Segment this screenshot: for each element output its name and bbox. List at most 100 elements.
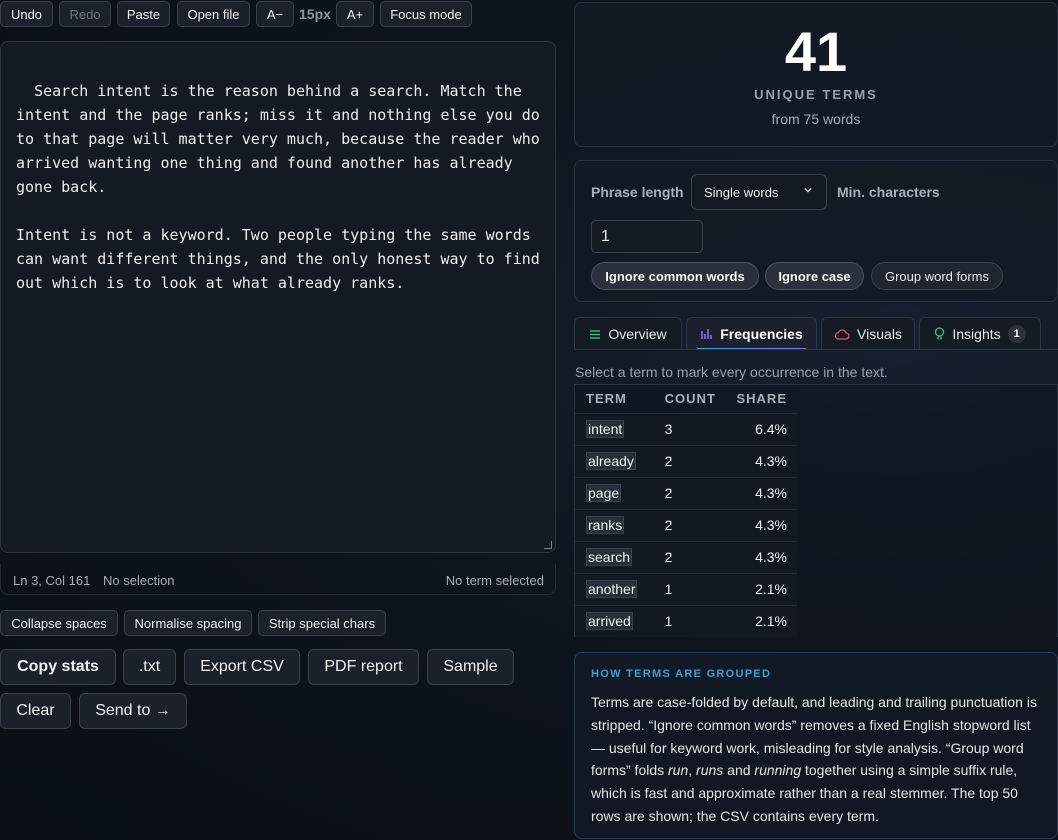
count-cell: 2 [653, 444, 726, 477]
table-row[interactable]: ranks 2 4.3% [575, 508, 797, 541]
export-csv-button[interactable]: Export CSV [184, 649, 300, 685]
info-text: , [688, 762, 697, 779]
count-cell: 2 [653, 540, 726, 573]
focus-mode-button[interactable]: Focus mode [380, 1, 472, 27]
share-cell: 2.1% [725, 604, 797, 637]
font-increase-button[interactable]: A+ [336, 1, 374, 27]
min-characters-value: 1 [601, 228, 610, 245]
undo-button[interactable]: Undo [0, 1, 53, 27]
normalise-spacing-button[interactable]: Normalise spacing [124, 610, 252, 636]
chevron-down-icon [804, 187, 812, 193]
cloud-icon [834, 328, 850, 340]
info-title: HOW TERMS ARE GROUPED [591, 668, 772, 680]
grouping-info-panel: HOW TERMS ARE GROUPED Terms are case-fol… [574, 652, 1058, 839]
tab-overview[interactable]: Overview [574, 317, 682, 350]
table-row[interactable]: search 2 4.3% [575, 540, 797, 573]
count-cell: 2 [653, 508, 726, 541]
collapse-spaces-button[interactable]: Collapse spaces [0, 610, 118, 636]
count-cell: 2 [653, 476, 726, 509]
table-hint: Select a term to mark every occurrence i… [575, 364, 888, 380]
min-characters-input[interactable]: 1 [591, 220, 703, 253]
term-label[interactable]: already [586, 452, 636, 470]
table-header-row: TERM COUNT SHARE [575, 385, 797, 413]
ignore-case-toggle[interactable]: Ignore case [765, 262, 864, 290]
term-label[interactable]: arrived [586, 612, 633, 631]
share-column-header[interactable]: SHARE [725, 385, 797, 413]
term-cell[interactable]: another [575, 572, 654, 605]
editor-status-bar: Ln 3, Col 161 No selection No term selec… [0, 564, 556, 595]
term-cell[interactable]: ranks [575, 508, 654, 541]
ignore-common-words-toggle[interactable]: Ignore common words [591, 262, 759, 290]
table-row[interactable]: another 1 2.1% [575, 572, 797, 605]
frequency-table: TERM COUNT SHARE intent 3 6.4% already 2… [575, 385, 797, 637]
term-cell[interactable]: arrived [575, 604, 654, 637]
frequency-table-container: TERM COUNT SHARE intent 3 6.4% already 2… [574, 384, 1058, 637]
count-cell: 1 [653, 604, 726, 637]
min-characters-label: Min. characters [837, 184, 940, 200]
table-row[interactable]: page 2 4.3% [575, 476, 797, 509]
share-cell: 4.3% [725, 540, 797, 573]
info-example-word: running [754, 762, 802, 779]
cursor-position: Ln 3, Col 161 [13, 573, 91, 588]
paste-button[interactable]: Paste [117, 1, 170, 27]
open-file-button[interactable]: Open file [177, 1, 250, 27]
phrase-length-select[interactable]: Single words [691, 174, 827, 210]
resize-handle[interactable] [544, 541, 552, 549]
phrase-length-value: Single words [704, 185, 779, 200]
tab-insights-label: Insights [952, 326, 1001, 342]
tab-visuals[interactable]: Visuals [821, 317, 915, 350]
controls-panel: Phrase length Single words Min. characte… [574, 160, 1058, 302]
summary-panel: 41 UNIQUE TERMS from 75 words [574, 2, 1058, 147]
export-txt-button[interactable]: .txt [123, 649, 176, 685]
unique-terms-count: 41 [784, 20, 848, 83]
term-label[interactable]: page [586, 484, 622, 502]
count-cell: 3 [653, 412, 726, 445]
text-editor[interactable]: Search intent is the reason behind a sea… [0, 41, 556, 553]
share-cell: 4.3% [725, 508, 797, 541]
total-words-label: from 75 words [771, 111, 861, 127]
info-body: Terms are case-folded by default, and le… [591, 691, 1041, 828]
count-column-header[interactable]: COUNT [654, 385, 726, 413]
term-label[interactable]: ranks [586, 516, 625, 534]
share-cell: 2.1% [725, 572, 797, 605]
sample-button[interactable]: Sample [427, 649, 514, 685]
clear-button[interactable]: Clear [0, 693, 71, 729]
share-cell: 4.3% [725, 476, 797, 509]
term-cell[interactable]: already [575, 444, 654, 477]
term-cell[interactable]: page [575, 476, 654, 509]
tab-overview-label: Overview [608, 326, 667, 342]
lightbulb-icon [935, 327, 945, 340]
share-cell: 4.3% [725, 444, 797, 477]
phrase-length-label: Phrase length [591, 184, 684, 200]
term-status: No term selected [445, 573, 544, 588]
editor-text: Search intent is the reason behind a sea… [16, 82, 540, 292]
tab-frequencies-label: Frequencies [720, 326, 803, 342]
term-cell[interactable]: search [575, 540, 654, 573]
share-cell: 6.4% [725, 412, 797, 445]
tab-divider [574, 349, 1058, 350]
font-decrease-button[interactable]: A− [256, 1, 294, 27]
tab-insights[interactable]: Insights 1 [919, 317, 1041, 350]
table-row[interactable]: arrived 1 2.1% [575, 604, 797, 637]
pdf-report-button[interactable]: PDF report [308, 649, 419, 685]
table-row[interactable]: already 2 4.3% [575, 444, 797, 477]
font-size-label: 15px [299, 6, 331, 22]
table-row[interactable]: intent 3 6.4% [575, 412, 797, 445]
count-cell: 1 [653, 572, 726, 605]
info-example-word: runs [696, 762, 724, 779]
group-word-forms-toggle[interactable]: Group word forms [871, 262, 1003, 290]
info-text: and [723, 762, 755, 779]
copy-stats-button[interactable]: Copy stats [0, 649, 116, 685]
tab-visuals-label: Visuals [857, 326, 902, 342]
list-icon [590, 329, 601, 339]
term-column-header[interactable]: TERM [575, 385, 654, 413]
term-label[interactable]: search [586, 548, 633, 566]
redo-button[interactable]: Redo [59, 1, 111, 27]
term-label[interactable]: intent [586, 420, 625, 438]
tab-frequencies[interactable]: Frequencies [686, 317, 817, 350]
send-to-button[interactable]: Send to → [79, 693, 187, 729]
term-cell[interactable]: intent [575, 412, 654, 445]
bar-chart-icon [701, 329, 713, 339]
term-label[interactable]: another [586, 580, 638, 598]
strip-special-chars-button[interactable]: Strip special chars [258, 610, 386, 636]
